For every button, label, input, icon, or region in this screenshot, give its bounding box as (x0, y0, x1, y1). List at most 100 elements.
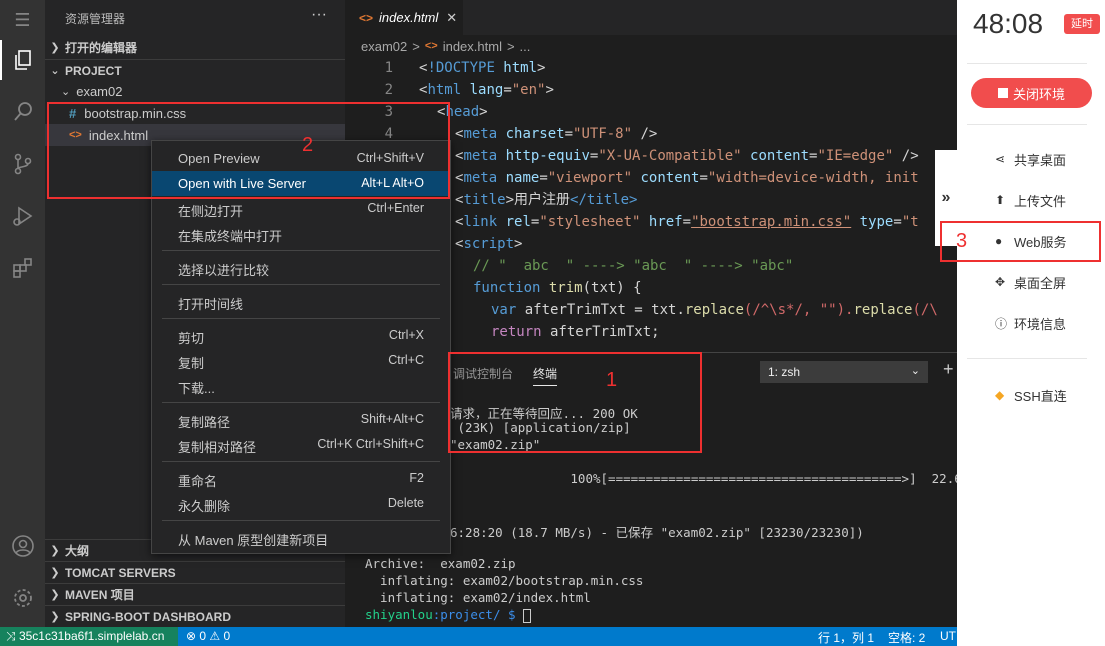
section-project[interactable]: ⌄ PROJECT (45, 59, 345, 81)
timer: 48:08 (973, 8, 1044, 39)
section-label: TOMCAT SERVERS (65, 565, 176, 580)
stop-icon (997, 88, 1008, 98)
close-icon[interactable]: ✕ (446, 10, 457, 26)
code-line: <meta http-equiv="X-UA-Compatible" conte… (455, 148, 919, 164)
menu-item-open-in-terminal[interactable]: 在集成终端中打开 (152, 221, 450, 246)
button-label: 关闭环境 (1012, 86, 1065, 102)
chevron-right-icon: ❯ (50, 611, 60, 623)
menu-item-copy-relative-path[interactable]: 复制相对路径 Ctrl+K Ctrl+Shift+C (152, 432, 450, 457)
code-line: <meta charset="UTF-8" /> (455, 126, 658, 142)
section-maven[interactable]: ❯ MAVEN 项目 (45, 583, 345, 605)
chevron-right-icon: ❯ (50, 41, 60, 54)
terminal-prompt[interactable]: shiyanlou:project/ $ (365, 607, 532, 623)
breadcrumb-separator: > (506, 38, 515, 54)
chevron-right-icon: ❯ (50, 567, 60, 579)
annotation-box-2 (47, 102, 450, 199)
folder-label: exam02 (76, 83, 123, 99)
html-file-icon: <> (359, 10, 374, 25)
code-line: <meta name="viewport" content="width=dev… (455, 170, 919, 186)
settings-gear-icon[interactable] (0, 578, 45, 618)
menu-item-open-timeline[interactable]: 打开时间线 (152, 289, 450, 314)
menu-item-rename[interactable]: 重命名 F2 (152, 466, 450, 491)
menu-item-delete[interactable]: 永久删除 Delete (152, 491, 450, 516)
code-line: // " abc " ----> "abc " ----> "abc" (473, 258, 794, 274)
extensions-icon[interactable] (0, 248, 45, 288)
code-line: <!DOCTYPE html> (419, 60, 546, 76)
menu-separator (162, 461, 440, 462)
breadcrumb-symbol[interactable]: ... (520, 39, 531, 54)
chevron-right-icon: ❯ (50, 545, 60, 557)
breadcrumb-file[interactable]: index.html (443, 39, 502, 54)
menu-separator (162, 402, 440, 403)
menu-item-select-compare[interactable]: 选择以进行比较 (152, 255, 450, 280)
indentation[interactable]: 空格: 2 (888, 629, 925, 646)
code-line: <title>用户注册</title> (455, 192, 638, 208)
tab-index-html[interactable]: <> index.html ✕ (345, 0, 463, 35)
close-environment-button[interactable]: 关闭环境 (971, 78, 1092, 108)
terminal-line: 100%[===================================… (450, 471, 977, 486)
folder-exam02[interactable]: ⌄ exam02 (45, 80, 345, 102)
menu-fullscreen[interactable]: ✥ 桌面全屏 (957, 265, 1105, 299)
terminal-line: inflating: exam02/index.html (365, 590, 591, 605)
code-line: var afterTrimTxt = txt.replace(/^\s*/, "… (491, 302, 938, 318)
annotation-box-1 (448, 352, 702, 453)
remote-host: 35c1c31ba6f1.simplelab.cn (18, 629, 165, 643)
status-bar: ⤨ 35c1c31ba6f1.simplelab.cn ⊗ 0 ⚠ 0 行 1，… (0, 627, 959, 646)
code-line: function trim(txt) { (473, 280, 642, 296)
section-label: MAVEN 项目 (65, 588, 135, 602)
code-line: <link rel="stylesheet" href="bootstrap.m… (455, 214, 919, 230)
run-debug-icon[interactable] (0, 196, 45, 236)
chevron-right-icon: ❯ (50, 589, 60, 601)
cursor-position[interactable]: 行 1，列 1 (818, 629, 874, 646)
annotation-number-1: 1 (606, 369, 618, 391)
menu-item-cut[interactable]: 剪切 Ctrl+X (152, 323, 450, 348)
source-control-icon[interactable] (0, 144, 45, 184)
line-number: 1 (384, 60, 393, 76)
menu-share-desktop[interactable]: ⋖ 共享桌面 (957, 142, 1105, 176)
search-icon[interactable] (0, 92, 45, 132)
chevron-down-icon: ⌄ (50, 65, 60, 77)
menu-separator (162, 250, 440, 251)
more-actions-icon[interactable]: ··· (311, 6, 327, 24)
context-menu: Open Preview Ctrl+Shift+V Open with Live … (151, 140, 451, 554)
environment-panel: 48:08 延时 关闭环境 ⋖ 共享桌面 ⬆ 上传文件 ● Web服务 ✥ 桌面全屏 ⓘ… (957, 0, 1105, 646)
info-icon: ⓘ (995, 316, 1008, 331)
code-line: return afterTrimTxt; (491, 324, 660, 340)
menu-item-copy[interactable]: 复制 Ctrl+C (152, 348, 450, 373)
menu-upload-file[interactable]: ⬆ 上传文件 (957, 183, 1105, 217)
cursor (523, 608, 532, 623)
menu-item-open-to-side[interactable]: 在侧边打开 Ctrl+Enter (152, 196, 450, 221)
terminal-select[interactable]: 1: zsh ⌄ (760, 361, 928, 383)
terminal-line: Archive: exam02.zip (365, 556, 516, 571)
section-tomcat[interactable]: ❯ TOMCAT SERVERS (45, 561, 345, 583)
breadcrumb-folder[interactable]: exam02 (361, 39, 407, 54)
remote-indicator[interactable]: ⤨ 35c1c31ba6f1.simplelab.cn (0, 627, 178, 646)
section-open-editors[interactable]: ❯ 打开的编辑器 (45, 36, 345, 58)
account-icon[interactable] (0, 526, 45, 566)
section-label: 打开的编辑器 (65, 40, 138, 55)
annotation-number-3: 3 (956, 230, 968, 252)
menu-item-download[interactable]: 下载... (152, 373, 450, 398)
divider (967, 358, 1087, 359)
terminal-line: inflating: exam02/bootstrap.min.css (365, 573, 644, 588)
explorer-icon[interactable] (0, 40, 45, 80)
section-spring-boot[interactable]: ❯ SPRING-BOOT DASHBOARD (45, 605, 345, 627)
divider (967, 124, 1087, 125)
code-line: <script> (455, 236, 523, 252)
menu-item-copy-path[interactable]: 复制路径 Shift+Alt+C (152, 407, 450, 432)
menu-separator (162, 318, 440, 319)
html-file-icon: <> (424, 40, 438, 52)
breadcrumb: exam02 > <> index.html > ... (345, 35, 957, 57)
chevron-down-icon: ⌄ (910, 365, 920, 377)
menu-icon[interactable]: ☰ (0, 0, 45, 40)
menu-item-maven-archetype[interactable]: 从 Maven 原型创建新项目 (152, 525, 450, 550)
annotation-number-2: 2 (302, 134, 314, 156)
delay-button[interactable]: 延时 (1064, 14, 1100, 34)
new-terminal-button[interactable]: + (943, 359, 954, 380)
menu-separator (162, 520, 440, 521)
menu-env-info[interactable]: ⓘ 环境信息 (957, 306, 1105, 340)
chevron-down-icon: ⌄ (61, 85, 71, 98)
problems-indicator[interactable]: ⊗ 0 ⚠ 0 (186, 629, 230, 643)
breadcrumb-separator: > (412, 38, 420, 54)
menu-ssh[interactable]: ◆ SSH直连 (957, 378, 1105, 412)
